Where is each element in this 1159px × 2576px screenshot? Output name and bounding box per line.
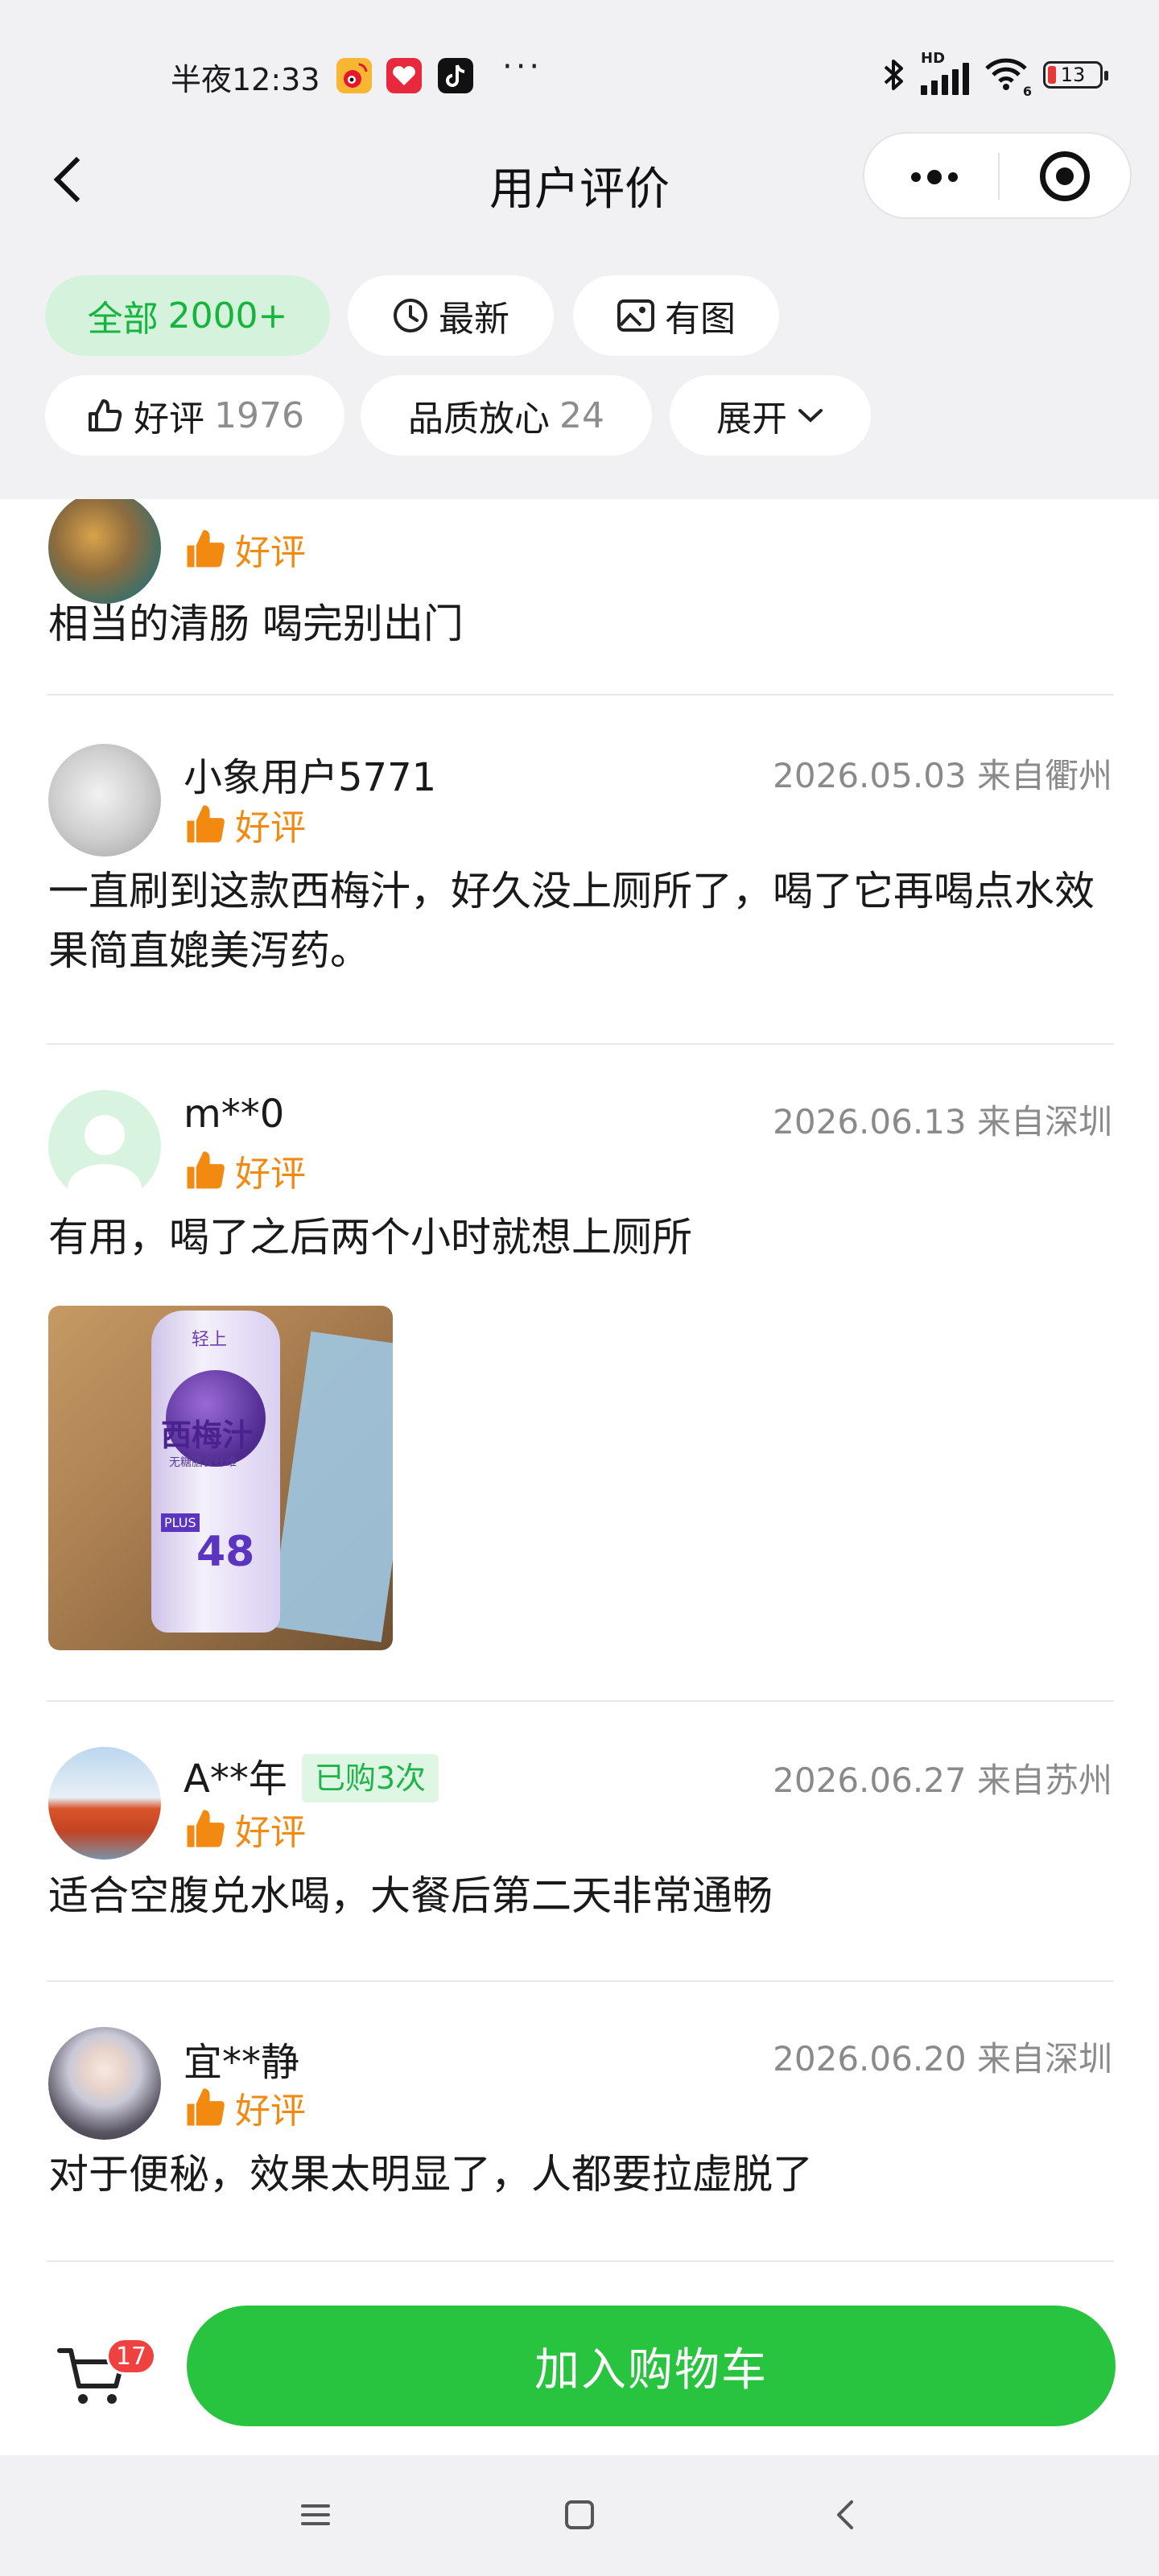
bluetooth-icon xyxy=(884,60,903,90)
avatar[interactable] xyxy=(48,2027,161,2140)
username-text: A**年 xyxy=(184,1757,287,1802)
cellular-signal-icon: HD xyxy=(921,50,969,95)
image-icon xyxy=(617,299,654,332)
tiktok-icon xyxy=(438,58,473,93)
filter-expand[interactable]: 展开 xyxy=(670,375,871,456)
filter-quality[interactable]: 品质放心 24 xyxy=(361,375,652,456)
bottom-action-bar: 17 加入购物车 xyxy=(0,2270,1159,2455)
filter-all-count: 2000+ xyxy=(167,295,288,336)
review-text: 一直刷到这款西梅汁，好久没上厕所了，喝了它再喝点水效果简直媲美泻药。 xyxy=(48,868,1095,974)
chevron-down-icon xyxy=(798,409,823,423)
filter-with-photo[interactable]: 有图 xyxy=(573,275,779,356)
avatar[interactable] xyxy=(48,744,161,857)
review-photo[interactable]: 轻上 西梅汁 无糖膳食纤维 PLUS 48 xyxy=(48,1306,393,1650)
nav-bar: 用户评价 xyxy=(0,129,1159,233)
username: m**0 xyxy=(184,1092,284,1137)
filter-quality-count: 24 xyxy=(559,394,604,436)
review-item: 小象用户5771 2026.05.03 来自衢州 好评 一直刷到这款西梅汁，好久… xyxy=(0,696,1159,1045)
filter-latest[interactable]: 最新 xyxy=(348,275,554,356)
rating-label: 好评 xyxy=(235,532,306,573)
filter-latest-label: 最新 xyxy=(439,299,509,340)
status-more: ··· xyxy=(502,48,543,85)
menu-icon[interactable] xyxy=(298,2497,333,2533)
review-meta: 2026.06.13 来自深圳 xyxy=(773,1102,1112,1141)
clock-icon xyxy=(394,299,427,332)
close-miniprogram-icon[interactable] xyxy=(1040,151,1090,201)
thumbs-up-icon xyxy=(187,530,225,568)
status-time: 半夜12:33 xyxy=(171,62,320,97)
avatar[interactable] xyxy=(48,1090,161,1203)
filter-all-label: 全部 xyxy=(87,299,159,340)
username-text: 宜**静 xyxy=(184,2040,300,2085)
wifi-icon: 6 xyxy=(984,56,1032,99)
review-item: A**年 已购3次 2026.06.27 来自苏州 好评 适合空腹兑水喝，大餐后第… xyxy=(0,1700,1159,1982)
review-text: 对于便秘，效果太明显了，人都要拉虚脱了 xyxy=(48,2151,813,2198)
thumbs-up-icon xyxy=(187,1151,225,1189)
username: 宜**静 xyxy=(184,2030,299,2087)
rating: 好评 xyxy=(184,1803,306,1855)
filter-positive-label: 好评 xyxy=(134,398,204,440)
avatar[interactable] xyxy=(48,1747,161,1860)
filter-all[interactable]: 全部 2000+ xyxy=(45,275,330,356)
avatar[interactable] xyxy=(48,491,161,604)
status-indicators: HD 6 13 xyxy=(881,50,1108,99)
more-icon[interactable] xyxy=(898,161,971,193)
wifi-label: 6 xyxy=(1022,84,1032,99)
add-to-cart-button[interactable]: 加入购物车 xyxy=(187,2306,1116,2426)
review-text: 适合空腹兑水喝，大餐后第二天非常通畅 xyxy=(48,1872,773,1919)
filter-quality-label: 品质放心 xyxy=(408,398,550,440)
back-nav-icon[interactable] xyxy=(829,2497,864,2533)
purchase-badge: 已购3次 xyxy=(301,1754,439,1802)
rating-label: 好评 xyxy=(235,807,306,848)
rating: 好评 xyxy=(184,523,306,575)
review-item: m**0 2026.06.13 来自深圳 好评 有用，喝了之后两个小时就想上厕所… xyxy=(0,1043,1159,1702)
thumbs-up-icon xyxy=(187,805,225,843)
hd-label: HD xyxy=(921,50,946,67)
battery-level: 13 xyxy=(1060,64,1086,86)
username-text: 小象用户5771 xyxy=(184,755,437,800)
photo-brand: 轻上 xyxy=(192,1330,228,1350)
review-text: 有用，喝了之后两个小时就想上厕所 xyxy=(48,1214,692,1261)
filter-positive[interactable]: 好评 1976 xyxy=(45,375,344,456)
rating: 好评 xyxy=(184,1145,306,1196)
rating: 好评 xyxy=(184,2082,306,2133)
username: A**年 已购3次 xyxy=(184,1747,439,1803)
status-bar: 半夜12:33 ··· HD 6 13 xyxy=(0,48,1159,105)
thumbs-up-outline-icon xyxy=(89,399,122,431)
review-meta: 2026.05.03 来自衢州 xyxy=(773,756,1112,795)
username: 小象用户5771 xyxy=(184,745,436,802)
filter-with-photo-label: 有图 xyxy=(665,299,736,340)
review-item: 宜**静 2026.06.20 来自深圳 好评 对于便秘，效果太明显了，人都要拉… xyxy=(0,1980,1159,2262)
miniprogram-capsule xyxy=(863,132,1132,219)
app-icon-red xyxy=(386,58,422,93)
cart-count-badge: 17 xyxy=(106,2338,156,2375)
capsule-divider xyxy=(998,153,1000,200)
photo-product-name: 西梅汁 xyxy=(161,1418,254,1453)
filter-positive-count: 1976 xyxy=(214,394,304,436)
photo-number: 48 xyxy=(196,1528,255,1576)
review-meta: 2026.06.27 来自苏州 xyxy=(773,1761,1112,1800)
review-text: 相当的清肠 喝完别出门 xyxy=(48,601,464,647)
system-nav-bar xyxy=(0,2455,1159,2576)
review-divider xyxy=(47,2260,1114,2262)
rating: 好评 xyxy=(184,799,306,850)
filter-expand-label: 展开 xyxy=(716,398,787,440)
home-icon[interactable] xyxy=(562,2497,597,2533)
thumbs-up-icon xyxy=(187,1810,225,1847)
thumbs-up-icon xyxy=(187,2088,225,2126)
photo-tag: PLUS xyxy=(161,1513,200,1532)
weibo-icon xyxy=(336,58,372,93)
rating-label: 好评 xyxy=(235,2091,306,2132)
header-area: 半夜12:33 ··· HD 6 13 用户评价 全部 2000+ 最新 有图 … xyxy=(0,0,1159,499)
battery-icon: 13 xyxy=(1043,61,1108,89)
photo-subtitle: 无糖膳食纤维 xyxy=(169,1456,237,1469)
rating-label: 好评 xyxy=(235,1154,306,1195)
rating-label: 好评 xyxy=(235,1812,306,1853)
username-text: m**0 xyxy=(184,1092,285,1137)
review-meta: 2026.06.20 来自深圳 xyxy=(773,2039,1112,2079)
